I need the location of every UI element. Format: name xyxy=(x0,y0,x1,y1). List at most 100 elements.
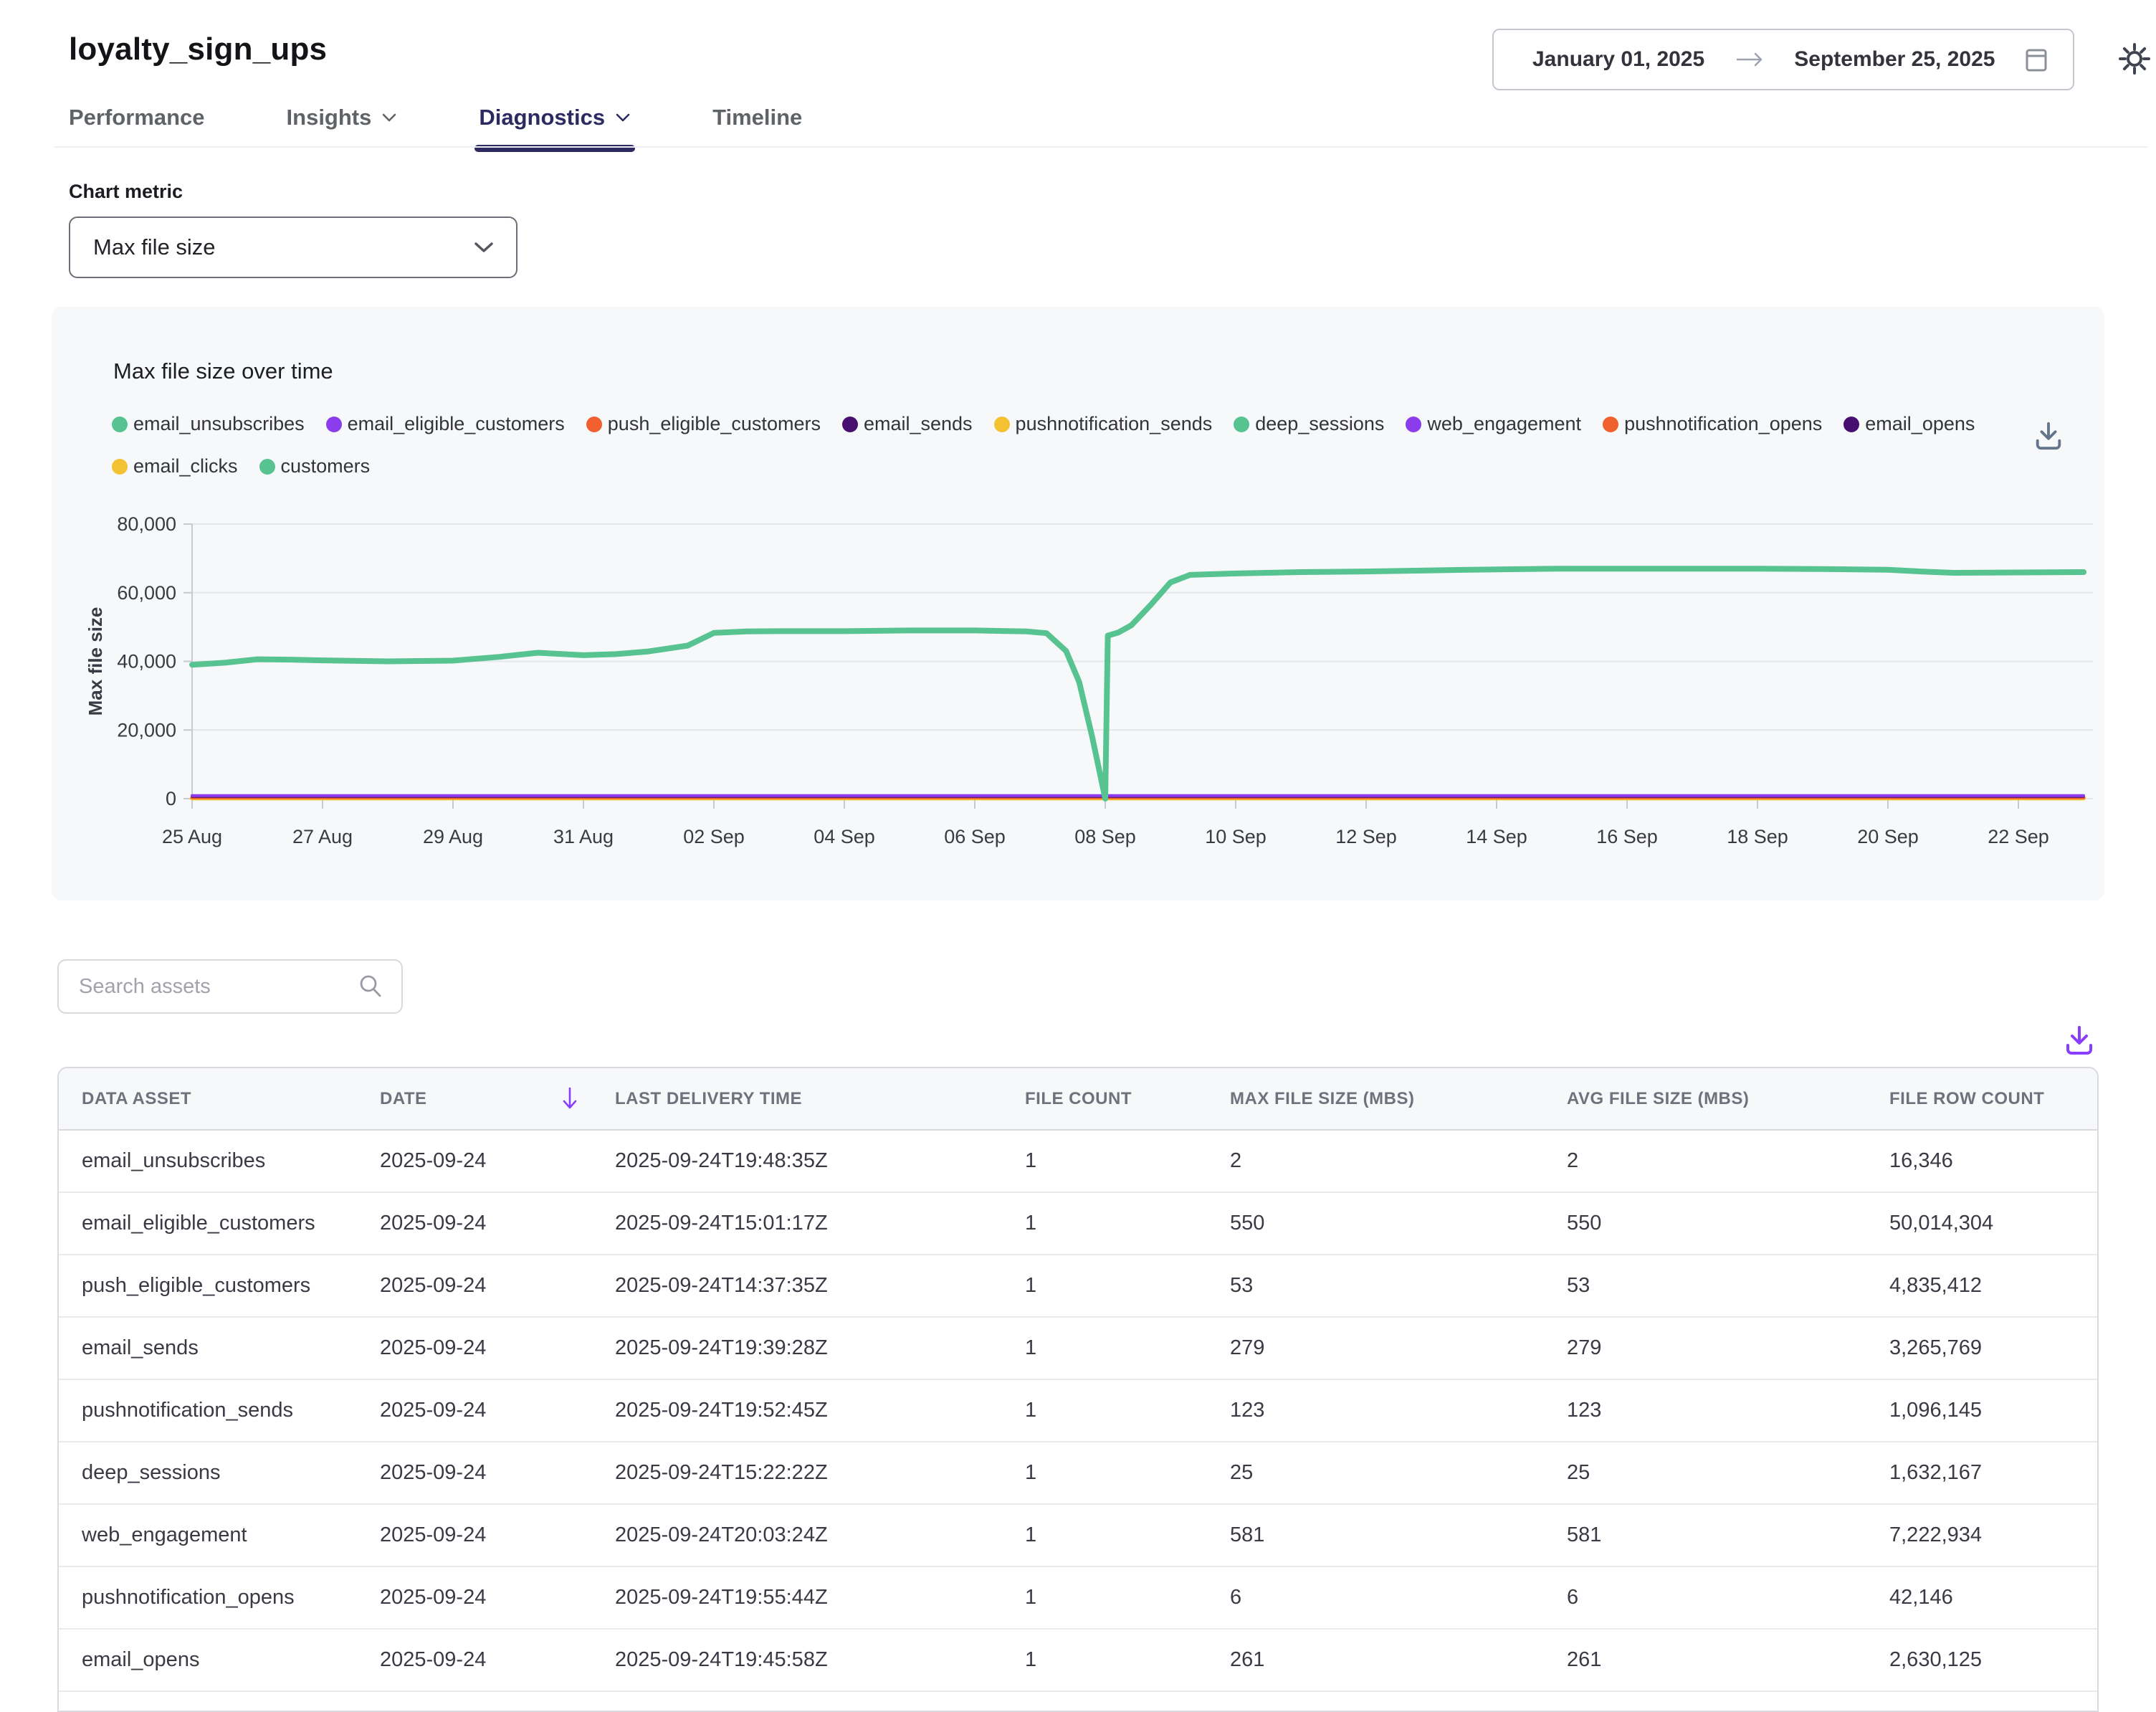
table-cell: 2 xyxy=(1544,1130,1866,1192)
table-cell: 1 xyxy=(1002,1442,1207,1504)
table-row[interactable]: email_opens2025-09-242025-09-24T19:45:58… xyxy=(59,1629,2099,1691)
tab-insights[interactable]: Insights xyxy=(287,105,398,151)
table-cell: 581 xyxy=(1207,1504,1544,1566)
table-cell: 2,630,125 xyxy=(1866,1629,2099,1691)
legend-label: customers xyxy=(281,455,371,477)
column-header-avg-file-size-mbs-[interactable]: AVG FILE SIZE (MBS) xyxy=(1544,1068,1866,1130)
column-header-label: MAX FILE SIZE (MBS) xyxy=(1230,1089,1415,1109)
table-cell: 2025-09-24T20:03:24Z xyxy=(592,1504,1002,1566)
svg-text:04 Sep: 04 Sep xyxy=(814,826,875,847)
svg-text:10 Sep: 10 Sep xyxy=(1205,826,1267,847)
legend-item-email_clicks[interactable]: email_clicks xyxy=(112,455,238,477)
table-cell: 2025-09-24 xyxy=(357,1379,592,1442)
table-cell: 25 xyxy=(1207,1442,1544,1504)
table-cell: 2025-09-24T14:37:35Z xyxy=(592,1255,1002,1317)
table-row[interactable]: pushnotification_sends2025-09-242025-09-… xyxy=(59,1379,2099,1442)
table-cell: pushnotification_sends xyxy=(59,1379,357,1442)
table-cell: 2025-09-24 xyxy=(357,1442,592,1504)
table-cell: 2025-09-24T19:55:44Z xyxy=(592,1566,1002,1629)
table-row[interactable]: email_eligible_customers2025-09-242025-0… xyxy=(59,1192,2099,1255)
search-icon xyxy=(357,973,384,1000)
column-header-label: AVG FILE SIZE (MBS) xyxy=(1567,1089,1749,1109)
page-title: loyalty_sign_ups xyxy=(69,32,327,67)
chart-metric-select[interactable]: Max file size xyxy=(69,217,517,278)
legend-item-deep_sessions[interactable]: deep_sessions xyxy=(1234,413,1384,435)
chevron-down-icon xyxy=(381,113,397,123)
table-cell: 4,835,412 xyxy=(1866,1255,2099,1317)
legend-item-pushnotification_opens[interactable]: pushnotification_opens xyxy=(1603,413,1822,435)
table-cell: 2025-09-24 xyxy=(357,1317,592,1379)
column-header-file-count[interactable]: FILE COUNT xyxy=(1002,1068,1207,1130)
search-input[interactable] xyxy=(79,975,357,999)
table-cell: 2025-09-24 xyxy=(357,1566,592,1629)
table-cell: 53 xyxy=(1544,1255,1866,1317)
table-download-icon[interactable] xyxy=(2063,1024,2096,1057)
table-cell: email_sends xyxy=(59,1317,357,1379)
column-header-label: FILE ROW COUNT xyxy=(1889,1089,2044,1109)
tab-label: Diagnostics xyxy=(479,105,605,130)
table-cell: 1 xyxy=(1002,1504,1207,1566)
svg-text:22 Sep: 22 Sep xyxy=(1988,826,2049,847)
legend-item-email_sends[interactable]: email_sends xyxy=(842,413,973,435)
svg-text:Max file size: Max file size xyxy=(85,607,106,716)
legend-item-email_eligible_customers[interactable]: email_eligible_customers xyxy=(326,413,565,435)
settings-gear-icon[interactable] xyxy=(2116,40,2153,77)
table-row[interactable]: deep_sessions2025-09-242025-09-24T15:22:… xyxy=(59,1442,2099,1504)
table-cell: 16,346 xyxy=(1866,1130,2099,1192)
legend-item-customers[interactable]: customers xyxy=(259,455,371,477)
legend-item-email_opens[interactable]: email_opens xyxy=(1843,413,1975,435)
tab-performance[interactable]: Performance xyxy=(69,105,205,151)
table-cell: 1 xyxy=(1002,1317,1207,1379)
table-row[interactable]: push_eligible_customers2025-09-242025-09… xyxy=(59,1255,2099,1317)
column-header-file-row-count[interactable]: FILE ROW COUNT xyxy=(1866,1068,2099,1130)
table-cell: 2025-09-24 xyxy=(357,1192,592,1255)
column-header-last-delivery-time[interactable]: LAST DELIVERY TIME xyxy=(592,1068,1002,1130)
column-header-label: DATA ASSET xyxy=(82,1089,191,1109)
arrow-right-icon xyxy=(1734,52,1765,67)
table-cell: 1 xyxy=(1002,1192,1207,1255)
legend-item-pushnotification_sends[interactable]: pushnotification_sends xyxy=(994,413,1213,435)
table-cell: 1 xyxy=(1002,1379,1207,1442)
chart-card: 020,00040,00060,00080,00025 Aug27 Aug29 … xyxy=(52,307,2104,900)
svg-text:27 Aug: 27 Aug xyxy=(292,826,353,847)
chart-download-icon[interactable] xyxy=(2033,420,2064,452)
search-assets-box xyxy=(57,959,403,1014)
table-row[interactable]: pushnotification_opens2025-09-242025-09-… xyxy=(59,1566,2099,1629)
date-range-end[interactable]: September 25, 2025 xyxy=(1794,47,1995,72)
legend-item-email_unsubscribes[interactable]: email_unsubscribes xyxy=(112,413,305,435)
table-cell: 2025-09-24T15:01:17Z xyxy=(592,1192,1002,1255)
legend-dot xyxy=(112,417,128,432)
table-row[interactable]: email_sends2025-09-242025-09-24T19:39:28… xyxy=(59,1317,2099,1379)
column-header-max-file-size-mbs-[interactable]: MAX FILE SIZE (MBS) xyxy=(1207,1068,1544,1130)
chevron-down-icon xyxy=(615,113,631,123)
date-range-start[interactable]: January 01, 2025 xyxy=(1532,47,1704,72)
table-cell: email_opens xyxy=(59,1629,357,1691)
date-range-picker[interactable]: January 01, 2025 September 25, 2025 xyxy=(1492,29,2074,90)
table-cell: 123 xyxy=(1207,1379,1544,1442)
svg-text:14 Sep: 14 Sep xyxy=(1466,826,1527,847)
svg-text:29 Aug: 29 Aug xyxy=(423,826,483,847)
tab-timeline[interactable]: Timeline xyxy=(712,105,802,151)
table-cell: 25 xyxy=(1544,1442,1866,1504)
table-cell: pushnotification_opens xyxy=(59,1566,357,1629)
table-cell: 2025-09-24T19:39:28Z xyxy=(592,1317,1002,1379)
table-cell: push_eligible_customers xyxy=(59,1255,357,1317)
svg-text:12 Sep: 12 Sep xyxy=(1335,826,1397,847)
svg-text:0: 0 xyxy=(166,788,176,809)
table-cell: 2 xyxy=(1207,1130,1544,1192)
table-cell: 279 xyxy=(1207,1317,1544,1379)
column-header-date[interactable]: DATE xyxy=(357,1068,592,1130)
legend-label: web_engagement xyxy=(1427,413,1581,435)
tab-diagnostics[interactable]: Diagnostics xyxy=(479,105,631,151)
table-row[interactable]: email_unsubscribes2025-09-242025-09-24T1… xyxy=(59,1130,2099,1192)
legend-label: email_opens xyxy=(1865,413,1975,435)
table-cell: 2025-09-24 xyxy=(357,1629,592,1691)
table-row[interactable]: web_engagement2025-09-242025-09-24T20:03… xyxy=(59,1504,2099,1566)
column-header-data-asset[interactable]: DATA ASSET xyxy=(59,1068,357,1130)
legend-item-push_eligible_customers[interactable]: push_eligible_customers xyxy=(586,413,821,435)
sort-desc-icon[interactable] xyxy=(562,1086,578,1112)
table-cell: email_unsubscribes xyxy=(59,1130,357,1192)
calendar-icon xyxy=(2024,46,2048,73)
legend-item-web_engagement[interactable]: web_engagement xyxy=(1406,413,1581,435)
table-cell: 1 xyxy=(1002,1629,1207,1691)
